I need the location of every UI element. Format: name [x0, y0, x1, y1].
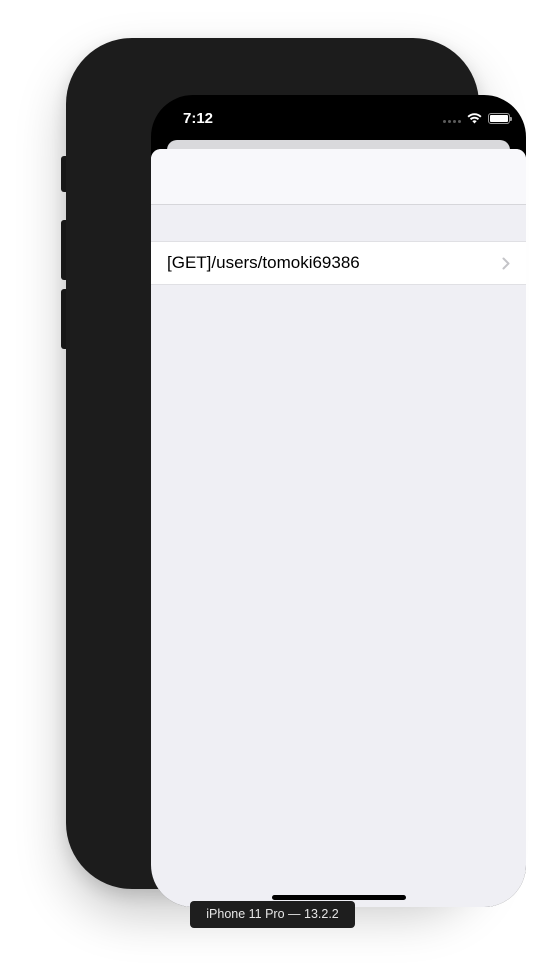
modal-sheet: [GET]/users/tomoki69386 [151, 149, 526, 907]
device-screen: 7:12 [GET]/users/tomoki69386 [151, 95, 526, 907]
chevron-right-icon [502, 257, 510, 270]
simulator-device-label: iPhone 11 Pro — 13.2.2 [190, 901, 355, 928]
wifi-icon [467, 112, 482, 124]
status-icons [443, 111, 512, 125]
status-time: 7:12 [182, 110, 214, 127]
device-frame: 7:12 [GET]/users/tomoki69386 [66, 38, 526, 907]
table-row[interactable]: [GET]/users/tomoki69386 [151, 241, 526, 285]
row-label: [GET]/users/tomoki69386 [167, 253, 360, 272]
cellular-signal-icon [443, 113, 461, 123]
home-indicator[interactable] [272, 895, 406, 900]
battery-icon [488, 112, 512, 124]
navigation-bar [151, 149, 526, 205]
notch [234, 95, 443, 126]
